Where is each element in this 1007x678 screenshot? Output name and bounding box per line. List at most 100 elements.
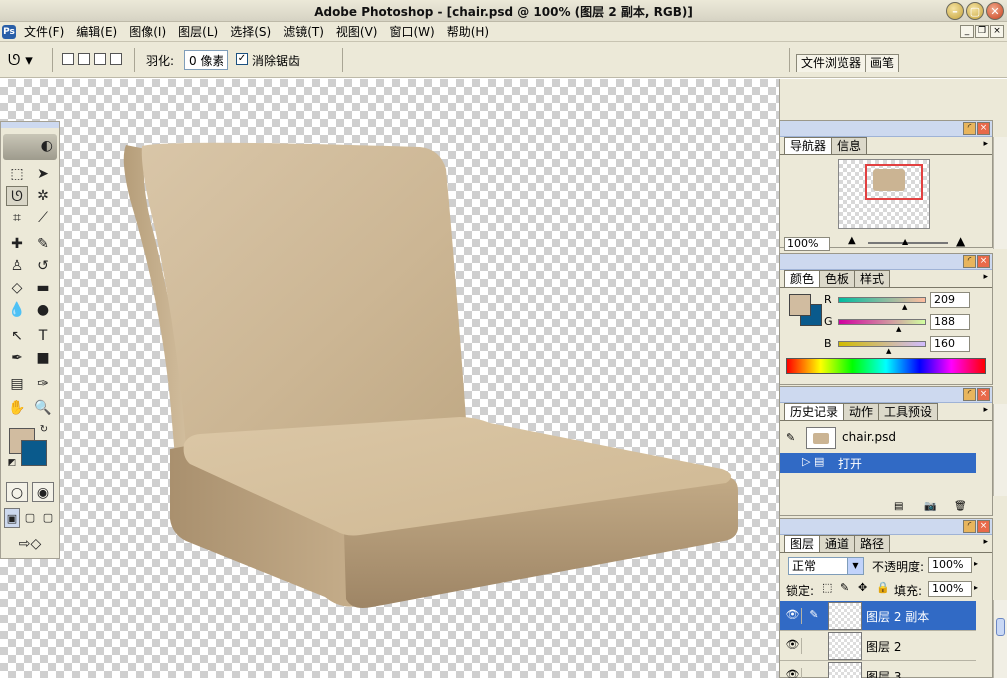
- red-slider-thumb[interactable]: ▲: [902, 303, 907, 311]
- green-value-field[interactable]: 188: [930, 314, 970, 330]
- menu-select[interactable]: 选择(S): [224, 24, 277, 40]
- marquee-icon[interactable]: ⬚: [6, 164, 28, 184]
- zoom-slider-thumb[interactable]: ▲: [902, 237, 908, 246]
- pen-icon[interactable]: ✒: [6, 348, 28, 368]
- adobe-online-icon[interactable]: ◐: [3, 134, 57, 160]
- chevron-down-icon[interactable]: ▼: [847, 558, 863, 574]
- clone-stamp-icon[interactable]: ♙: [6, 256, 28, 276]
- panel-menu-icon[interactable]: ▸: [983, 272, 988, 282]
- intersect-selection-icon[interactable]: [110, 53, 122, 65]
- crop-icon[interactable]: ⌗: [6, 208, 28, 228]
- tab-info[interactable]: 信息: [831, 137, 868, 154]
- color-foreground-swatch[interactable]: [789, 294, 811, 316]
- doc-close-button[interactable]: ×: [990, 25, 1004, 38]
- zoom-in-icon[interactable]: ▲: [956, 234, 965, 248]
- hand-icon[interactable]: ✋: [6, 398, 28, 418]
- standard-screen-mode-icon[interactable]: ▣: [4, 508, 20, 528]
- lock-pixels-icon[interactable]: ✎: [840, 581, 849, 594]
- new-snapshot-icon[interactable]: 📷: [924, 501, 936, 512]
- navigator-view-box[interactable]: [865, 164, 923, 200]
- fill-slider-icon[interactable]: ▸: [974, 583, 978, 592]
- brushes-tab[interactable]: 画笔: [865, 54, 900, 72]
- dock-icon[interactable]: ◜: [963, 255, 976, 268]
- maximize-button[interactable]: ▢: [966, 2, 984, 20]
- dodge-icon[interactable]: ●: [32, 300, 54, 320]
- zoom-icon[interactable]: 🔍: [32, 398, 54, 418]
- history-state[interactable]: ▷ ▤ 打开: [780, 453, 976, 473]
- tab-navigator[interactable]: 导航器: [784, 137, 833, 154]
- tab-paths[interactable]: 路径: [854, 535, 891, 552]
- add-to-selection-icon[interactable]: [78, 53, 90, 65]
- photoshop-app-icon[interactable]: Ps: [2, 25, 16, 39]
- panel-menu-icon[interactable]: ▸: [983, 139, 988, 149]
- healing-brush-icon[interactable]: ✚: [6, 234, 28, 254]
- navigator-zoom-field[interactable]: 100%: [784, 237, 830, 251]
- blur-icon[interactable]: 💧: [6, 300, 28, 320]
- blue-slider-thumb[interactable]: ▲: [886, 347, 891, 355]
- tab-styles[interactable]: 样式: [854, 270, 891, 287]
- shape-icon[interactable]: ■: [32, 348, 54, 368]
- color-spectrum-bar[interactable]: [786, 358, 986, 374]
- layer-row[interactable]: 👁 ✎ 图层 2 副本: [780, 601, 976, 631]
- blue-value-field[interactable]: 160: [930, 336, 970, 352]
- menu-filter[interactable]: 滤镜(T): [277, 24, 330, 40]
- navigator-thumbnail[interactable]: [838, 159, 930, 229]
- type-icon[interactable]: T: [32, 326, 54, 346]
- close-button[interactable]: ✕: [986, 2, 1004, 20]
- tab-channels[interactable]: 通道: [819, 535, 856, 552]
- lasso-tool-preset-icon[interactable]: ᘎ ▾: [8, 50, 42, 70]
- eyedropper-icon[interactable]: ✑: [32, 374, 54, 394]
- lock-transparency-icon[interactable]: ⬚: [822, 581, 832, 594]
- history-brush-icon[interactable]: ↺: [32, 256, 54, 276]
- visibility-eye-icon[interactable]: 👁: [784, 608, 802, 624]
- swap-colors-icon[interactable]: ↻: [37, 424, 51, 436]
- layer-link-slot[interactable]: [806, 638, 822, 654]
- lasso-icon[interactable]: ᘎ: [6, 186, 28, 206]
- background-color-swatch[interactable]: [21, 440, 47, 466]
- panel-close-icon[interactable]: ×: [977, 388, 990, 401]
- eraser-icon[interactable]: ◇: [6, 278, 28, 298]
- minimize-button[interactable]: –: [946, 2, 964, 20]
- visibility-eye-icon[interactable]: 👁: [784, 638, 802, 654]
- navigator-scrollbar[interactable]: [993, 137, 1007, 249]
- dock-icon[interactable]: ◜: [963, 122, 976, 135]
- panel-menu-icon[interactable]: ▸: [983, 537, 988, 547]
- move-icon[interactable]: ➤: [32, 164, 54, 184]
- magic-wand-icon[interactable]: ✲: [32, 186, 54, 206]
- layer-row[interactable]: 👁 图层 3: [780, 661, 976, 678]
- lock-all-icon[interactable]: 🔒: [876, 581, 890, 594]
- jump-to-imageready-icon[interactable]: ⇨◇: [6, 534, 54, 554]
- panel-close-icon[interactable]: ×: [977, 520, 990, 533]
- opacity-slider-icon[interactable]: ▸: [974, 559, 978, 568]
- tab-swatches[interactable]: 色板: [819, 270, 856, 287]
- gradient-icon[interactable]: ▬: [32, 278, 54, 298]
- opacity-field[interactable]: 100%: [928, 557, 972, 573]
- panel-close-icon[interactable]: ×: [977, 122, 990, 135]
- new-selection-icon[interactable]: [62, 53, 74, 65]
- new-document-from-state-icon[interactable]: ▤: [894, 501, 903, 512]
- notes-icon[interactable]: ▤: [6, 374, 28, 394]
- full-screen-mode-icon[interactable]: ▢: [40, 508, 56, 528]
- menu-layer[interactable]: 图层(L): [172, 24, 224, 40]
- fill-field[interactable]: 100%: [928, 581, 972, 597]
- menu-image[interactable]: 图像(I): [123, 24, 172, 40]
- history-snapshot[interactable]: ✎ chair.psd: [780, 425, 976, 451]
- feather-input[interactable]: [184, 50, 228, 70]
- menu-help[interactable]: 帮助(H): [441, 24, 495, 40]
- subtract-from-selection-icon[interactable]: [94, 53, 106, 65]
- default-colors-icon[interactable]: ◩: [7, 458, 17, 468]
- menu-file[interactable]: 文件(F): [18, 24, 70, 40]
- file-browser-tab[interactable]: 文件浏览器: [796, 54, 867, 72]
- quick-mask-mode-icon[interactable]: ◉: [32, 482, 54, 502]
- tab-history[interactable]: 历史记录: [784, 403, 845, 420]
- layer-link-slot[interactable]: [806, 668, 822, 678]
- doc-minimize-button[interactable]: _: [960, 25, 974, 38]
- delete-state-icon[interactable]: 🗑: [954, 501, 967, 512]
- history-scrollbar[interactable]: [993, 404, 1007, 496]
- antialias-checkbox[interactable]: ✓: [236, 53, 248, 65]
- red-slider[interactable]: [838, 297, 926, 303]
- document-canvas[interactable]: [0, 79, 779, 678]
- tab-tool-presets[interactable]: 工具预设: [878, 403, 939, 420]
- layers-scrollbar[interactable]: [993, 600, 1007, 678]
- blue-slider[interactable]: [838, 341, 926, 347]
